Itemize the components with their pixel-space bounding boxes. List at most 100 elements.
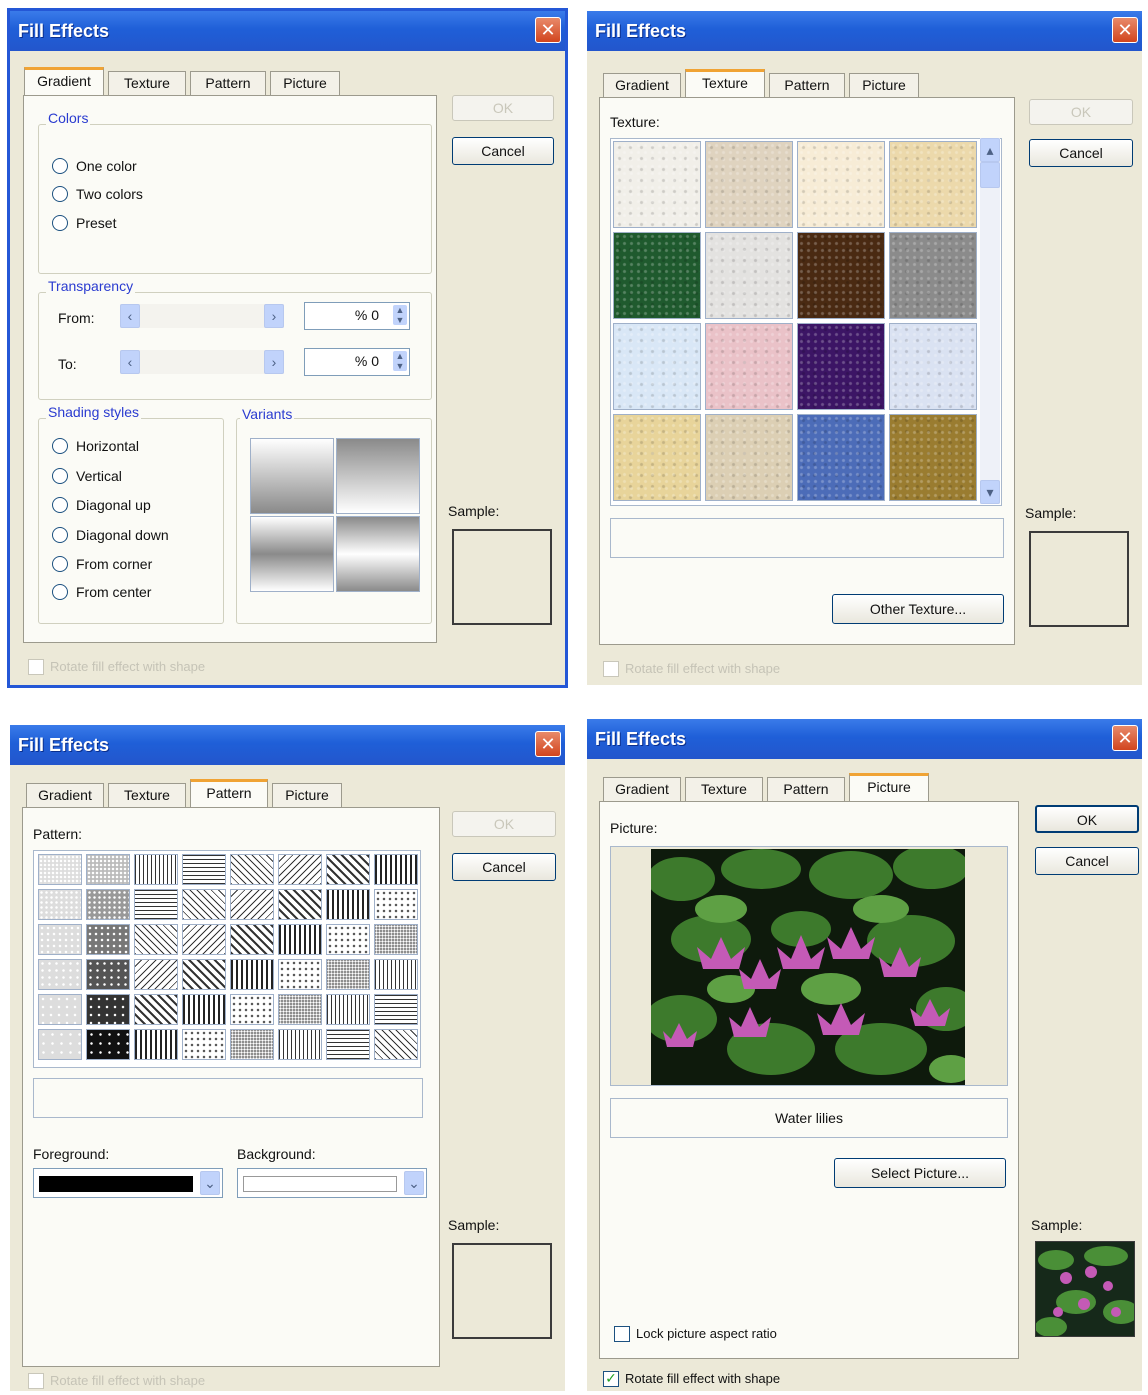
- close-icon[interactable]: ✕: [1112, 17, 1138, 43]
- pattern-swatch[interactable]: [182, 924, 226, 955]
- pattern-swatch[interactable]: [86, 924, 130, 955]
- texture-swatch[interactable]: [705, 232, 793, 319]
- tab-texture[interactable]: Texture: [108, 71, 186, 95]
- rotate-checkbox[interactable]: ✓: [603, 1371, 619, 1387]
- pattern-swatch[interactable]: [230, 889, 274, 920]
- pattern-swatch[interactable]: [134, 994, 178, 1025]
- texture-swatch[interactable]: [889, 323, 977, 410]
- from-slider[interactable]: ‹ ›: [120, 304, 284, 328]
- radio-preset[interactable]: [52, 215, 68, 231]
- texture-swatch[interactable]: [705, 323, 793, 410]
- pattern-swatch[interactable]: [278, 994, 322, 1025]
- from-left-arrow-icon[interactable]: ‹: [120, 304, 140, 328]
- variant-4[interactable]: [336, 516, 420, 592]
- texture-swatch[interactable]: [613, 414, 701, 501]
- to-left-arrow-icon[interactable]: ‹: [120, 350, 140, 374]
- pattern-swatch[interactable]: [86, 994, 130, 1025]
- pattern-swatch[interactable]: [86, 1029, 130, 1060]
- close-icon[interactable]: ✕: [1112, 725, 1138, 751]
- foreground-dropdown[interactable]: ⌄: [33, 1168, 223, 1198]
- pattern-swatch[interactable]: [182, 1029, 226, 1060]
- pattern-swatch[interactable]: [326, 959, 370, 990]
- pattern-swatch[interactable]: [374, 959, 418, 990]
- from-spin-arrows-icon[interactable]: ▲ ▼: [393, 305, 407, 325]
- to-spin-arrows-icon[interactable]: ▲ ▼: [393, 351, 407, 371]
- pattern-swatch[interactable]: [230, 854, 274, 885]
- pattern-swatch[interactable]: [230, 924, 274, 955]
- pattern-swatch[interactable]: [326, 1029, 370, 1060]
- texture-swatch[interactable]: [889, 141, 977, 228]
- pattern-swatch[interactable]: [38, 889, 82, 920]
- texture-swatch[interactable]: [797, 232, 885, 319]
- texture-swatch[interactable]: [613, 232, 701, 319]
- ok-button[interactable]: OK: [1035, 805, 1139, 833]
- radio-two-colors[interactable]: [52, 186, 68, 202]
- pattern-swatch[interactable]: [230, 1029, 274, 1060]
- background-dropdown[interactable]: ⌄: [237, 1168, 427, 1198]
- tab-picture[interactable]: Picture: [849, 773, 929, 801]
- ok-button[interactable]: OK: [452, 95, 554, 121]
- close-icon[interactable]: ✕: [535, 731, 561, 757]
- radio-from-center[interactable]: [52, 584, 68, 600]
- texture-swatch[interactable]: [613, 323, 701, 410]
- variant-1[interactable]: [250, 438, 334, 514]
- pattern-swatch[interactable]: [278, 889, 322, 920]
- cancel-button[interactable]: Cancel: [452, 137, 554, 165]
- pattern-swatch[interactable]: [38, 994, 82, 1025]
- tab-texture[interactable]: Texture: [108, 783, 186, 807]
- texture-swatch[interactable]: [797, 141, 885, 228]
- texture-swatch[interactable]: [705, 141, 793, 228]
- radio-horizontal[interactable]: [52, 438, 68, 454]
- pattern-swatch[interactable]: [278, 1029, 322, 1060]
- cancel-button[interactable]: Cancel: [1035, 847, 1139, 875]
- rotate-checkbox[interactable]: [28, 1373, 44, 1389]
- to-slider[interactable]: ‹ ›: [120, 350, 284, 374]
- scroll-up-icon[interactable]: ▴: [980, 138, 1000, 162]
- texture-swatch[interactable]: [705, 414, 793, 501]
- tab-pattern[interactable]: Pattern: [190, 779, 268, 807]
- pattern-swatch[interactable]: [182, 959, 226, 990]
- variant-3[interactable]: [250, 516, 334, 592]
- radio-diagonal-down[interactable]: [52, 527, 68, 543]
- tab-pattern[interactable]: Pattern: [190, 71, 266, 95]
- tab-picture[interactable]: Picture: [272, 783, 342, 807]
- lock-aspect-checkbox[interactable]: [614, 1326, 630, 1342]
- pattern-swatch[interactable]: [182, 854, 226, 885]
- pattern-swatch[interactable]: [230, 959, 274, 990]
- pattern-swatch[interactable]: [182, 889, 226, 920]
- rotate-checkbox[interactable]: [603, 661, 619, 677]
- texture-swatch[interactable]: [797, 414, 885, 501]
- pattern-swatch[interactable]: [182, 994, 226, 1025]
- radio-one-color[interactable]: [52, 158, 68, 174]
- texture-swatch[interactable]: [613, 141, 701, 228]
- pattern-swatch[interactable]: [134, 1029, 178, 1060]
- pattern-swatch[interactable]: [374, 924, 418, 955]
- to-right-arrow-icon[interactable]: ›: [264, 350, 284, 374]
- pattern-swatch[interactable]: [38, 959, 82, 990]
- ok-button[interactable]: OK: [1029, 99, 1133, 125]
- chevron-down-icon[interactable]: ⌄: [404, 1171, 424, 1195]
- pattern-swatch[interactable]: [278, 959, 322, 990]
- cancel-button[interactable]: Cancel: [1029, 139, 1133, 167]
- pattern-swatch[interactable]: [326, 889, 370, 920]
- tab-picture[interactable]: Picture: [849, 73, 919, 97]
- select-picture-button[interactable]: Select Picture...: [834, 1158, 1006, 1188]
- radio-from-corner[interactable]: [52, 556, 68, 572]
- texture-scrollbar[interactable]: ▴ ▾: [980, 138, 1000, 504]
- variant-2[interactable]: [336, 438, 420, 514]
- pattern-swatch[interactable]: [86, 959, 130, 990]
- pattern-swatch[interactable]: [38, 854, 82, 885]
- pattern-swatch[interactable]: [278, 854, 322, 885]
- from-right-arrow-icon[interactable]: ›: [264, 304, 284, 328]
- tab-gradient[interactable]: Gradient: [26, 783, 104, 807]
- pattern-swatch[interactable]: [326, 854, 370, 885]
- pattern-swatch[interactable]: [230, 994, 274, 1025]
- tab-picture[interactable]: Picture: [270, 71, 340, 95]
- tab-gradient[interactable]: Gradient: [603, 73, 681, 97]
- tab-pattern[interactable]: Pattern: [767, 777, 845, 801]
- pattern-swatch[interactable]: [134, 924, 178, 955]
- pattern-swatch[interactable]: [134, 889, 178, 920]
- rotate-checkbox[interactable]: [28, 659, 44, 675]
- other-texture-button[interactable]: Other Texture...: [832, 594, 1004, 624]
- pattern-swatch[interactable]: [134, 854, 178, 885]
